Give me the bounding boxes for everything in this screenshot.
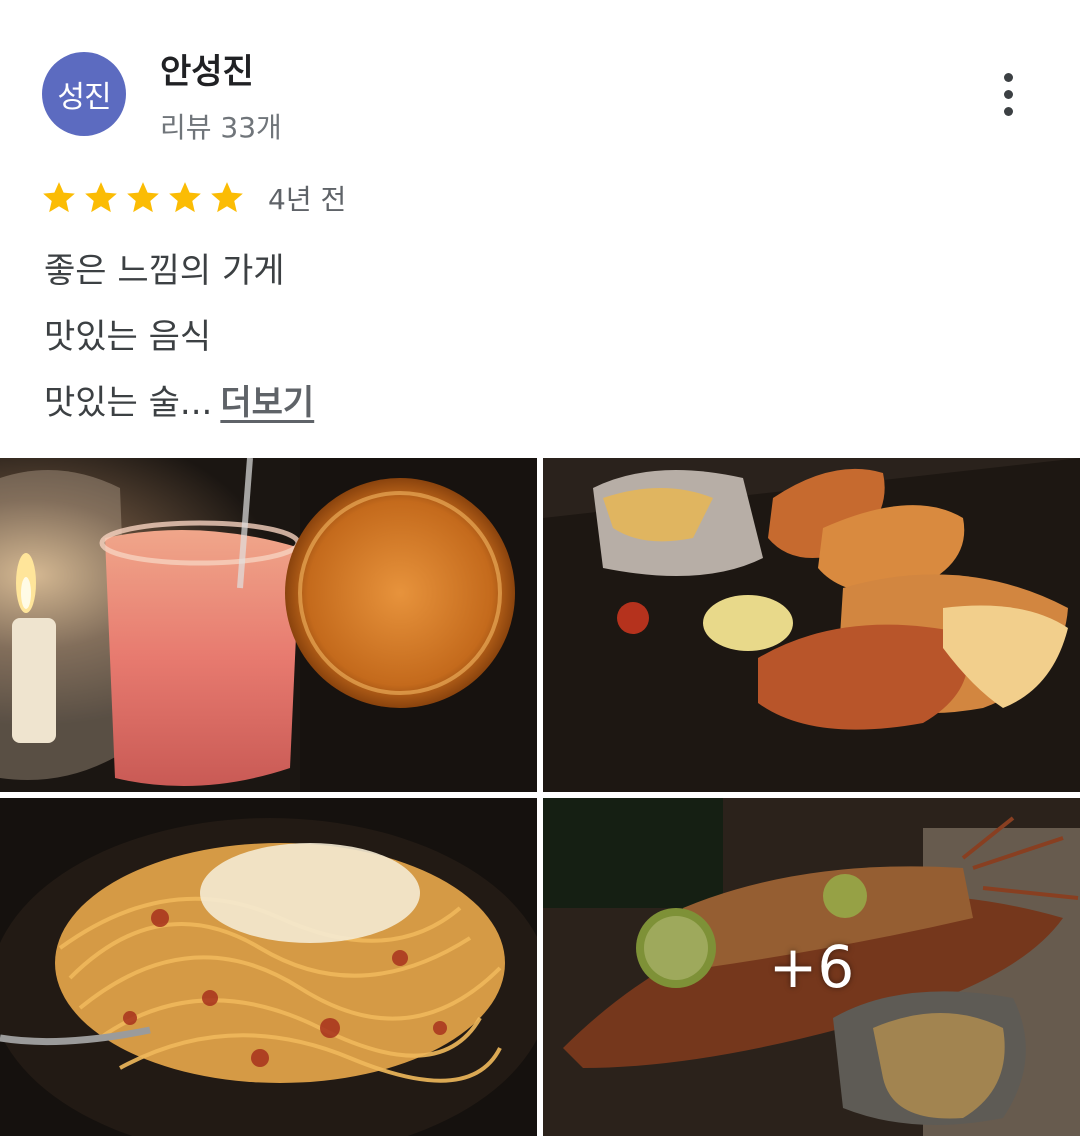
review-text[interactable]: 좋은 느낌의 가게 맛있는 음식 맛있는 술... 더보기	[44, 238, 314, 436]
photo-cocktail[interactable]	[0, 458, 537, 792]
more-photos-count: +6	[768, 933, 855, 1001]
photo-grilled-seafood[interactable]	[543, 458, 1080, 792]
star-icon	[127, 182, 159, 213]
review-line: 맛있는 음식	[44, 317, 212, 357]
photo-spaghetti[interactable]	[0, 798, 537, 1136]
rating-row: 4년 전	[40, 174, 346, 222]
star-rating	[40, 179, 246, 217]
spaghetti-photo	[0, 798, 537, 1136]
star-icon	[169, 182, 201, 213]
grilled-seafood-photo	[543, 458, 1080, 792]
avatar[interactable]: 성진	[42, 52, 126, 136]
review-line: 좋은 느낌의 가게	[44, 251, 285, 291]
star-icon	[43, 182, 75, 213]
star-icon	[85, 182, 117, 213]
review-card: 성진 안성진 리뷰 33개 4년 전 좋은 느낌의 가게 맛있는 음식 맛있는 …	[0, 0, 1080, 1136]
review-date: 4년 전	[268, 183, 347, 216]
read-more-link[interactable]: 더보기	[220, 383, 314, 423]
review-count: 리뷰 33개	[160, 111, 282, 144]
review-line: 맛있는 술... 더보기	[44, 370, 314, 436]
more-options-icon[interactable]	[984, 64, 1032, 124]
cocktail-photo	[0, 458, 537, 792]
photo-lobster-more[interactable]: +6	[543, 798, 1080, 1136]
review-line-text: 맛있는 술...	[44, 383, 213, 423]
reviewer-name[interactable]: 안성진	[160, 44, 254, 93]
star-icon	[211, 182, 243, 213]
